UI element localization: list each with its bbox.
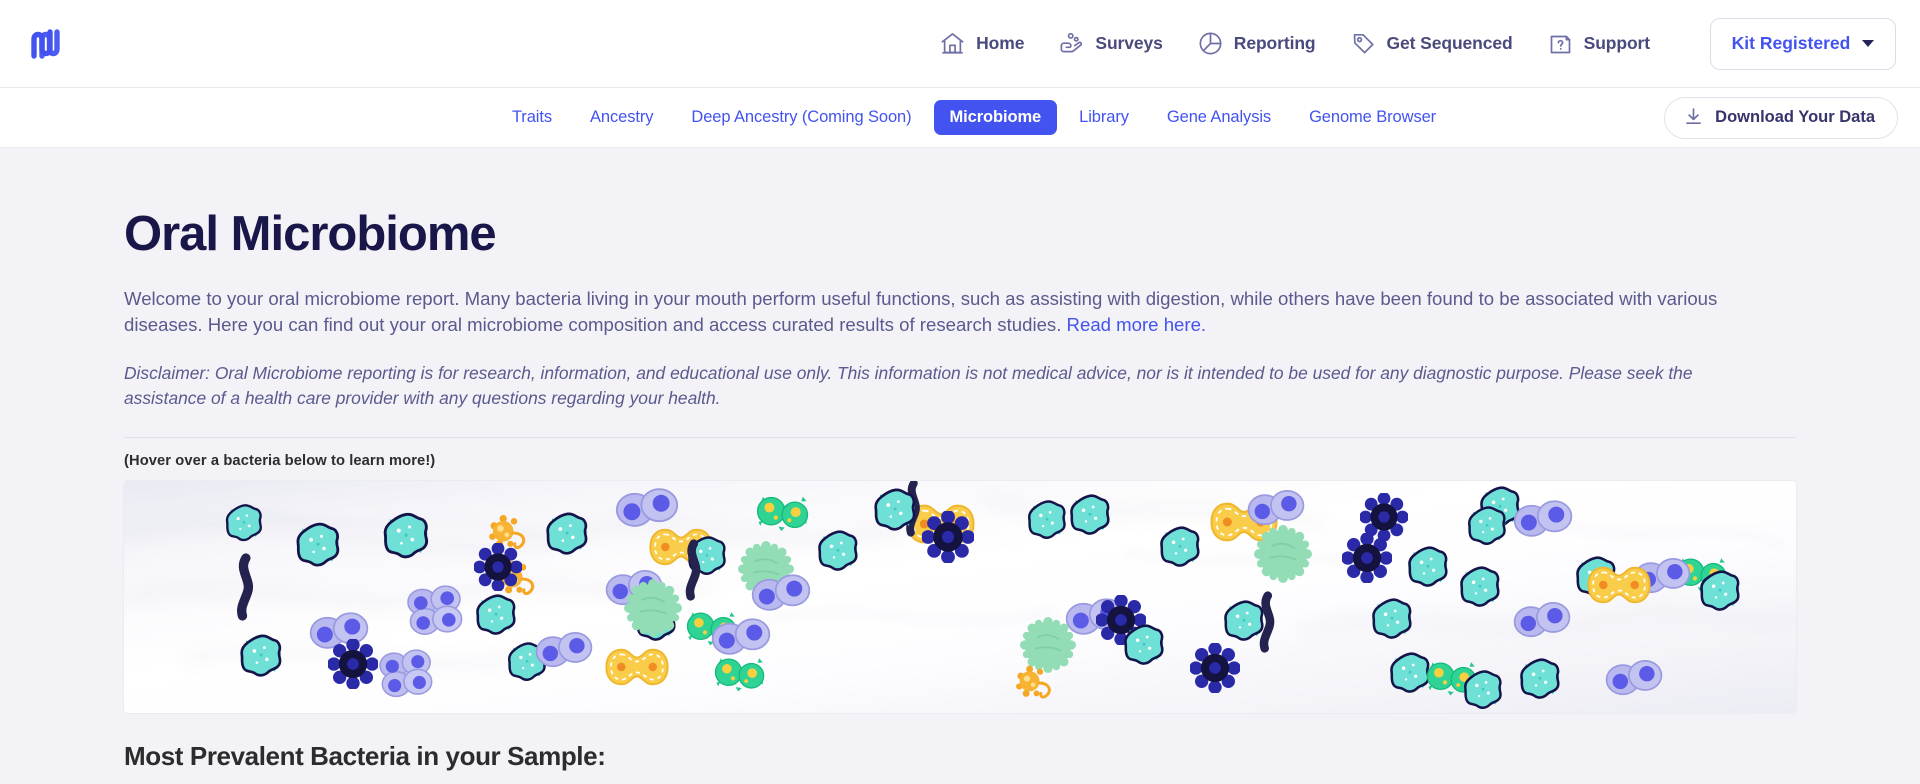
nav-item-reporting[interactable]: Reporting	[1197, 30, 1316, 57]
download-your-data-button[interactable]: Download Your Data	[1664, 96, 1898, 139]
report-tabs: Traits Ancestry Deep Ancestry (Coming So…	[468, 100, 1452, 135]
main-content: Oral Microbiome Welcome to your oral mic…	[0, 148, 1920, 784]
nav-item-home[interactable]: Home	[939, 30, 1024, 57]
download-icon	[1683, 106, 1704, 130]
intro-paragraph: Welcome to your oral microbiome report. …	[124, 286, 1764, 339]
kit-registered-label: Kit Registered	[1731, 33, 1851, 53]
nav-item-surveys[interactable]: Surveys	[1058, 30, 1163, 57]
top-header: Home Surveys Reporting Get Sequenced Sup…	[0, 0, 1920, 88]
survey-hand-icon	[1058, 30, 1085, 57]
nebula-wave-logo[interactable]	[24, 22, 68, 66]
tab-ancestry[interactable]: Ancestry	[574, 100, 669, 135]
download-label: Download Your Data	[1715, 108, 1875, 126]
nav-label-support: Support	[1583, 33, 1650, 53]
disclaimer-text: Disclaimer: Oral Microbiome reporting is…	[124, 362, 1693, 409]
tag-icon	[1350, 30, 1377, 57]
nav-label-reporting: Reporting	[1233, 33, 1316, 53]
nav-label-surveys: Surveys	[1095, 33, 1163, 53]
tab-microbiome[interactable]: Microbiome	[933, 100, 1058, 135]
page-title: Oral Microbiome	[124, 207, 497, 261]
secondary-navigation: Traits Ancestry Deep Ancestry (Coming So…	[0, 88, 1920, 148]
tab-library[interactable]: Library	[1063, 100, 1145, 135]
help-document-icon	[1547, 30, 1574, 57]
nav-label-get-sequenced: Get Sequenced	[1386, 33, 1513, 53]
kit-registered-button[interactable]: Kit Registered	[1710, 17, 1896, 70]
home-icon	[939, 30, 966, 57]
chevron-down-icon	[1862, 40, 1875, 47]
nav-item-get-sequenced[interactable]: Get Sequenced	[1350, 30, 1513, 57]
intro-text: Welcome to your oral microbiome report. …	[124, 288, 1718, 336]
most-prevalent-bacteria-heading: Most Prevalent Bacteria in your Sample:	[124, 741, 606, 772]
nav-item-support[interactable]: Support	[1547, 30, 1650, 57]
primary-navigation: Home Surveys Reporting Get Sequenced Sup…	[939, 17, 1896, 70]
pie-chart-icon	[1197, 30, 1224, 57]
tab-gene-analysis[interactable]: Gene Analysis	[1151, 100, 1287, 135]
tab-traits[interactable]: Traits	[496, 100, 568, 135]
hover-hint-text: (Hover over a bacteria below to learn mo…	[124, 453, 436, 470]
bacteria-visualization[interactable]	[124, 481, 1796, 714]
nav-label-home: Home	[976, 33, 1025, 53]
tab-genome-browser[interactable]: Genome Browser	[1293, 100, 1452, 135]
tab-deep-ancestry[interactable]: Deep Ancestry (Coming Soon)	[675, 100, 927, 135]
read-more-link[interactable]: Read more here.	[1067, 314, 1207, 335]
section-divider	[124, 437, 1796, 439]
